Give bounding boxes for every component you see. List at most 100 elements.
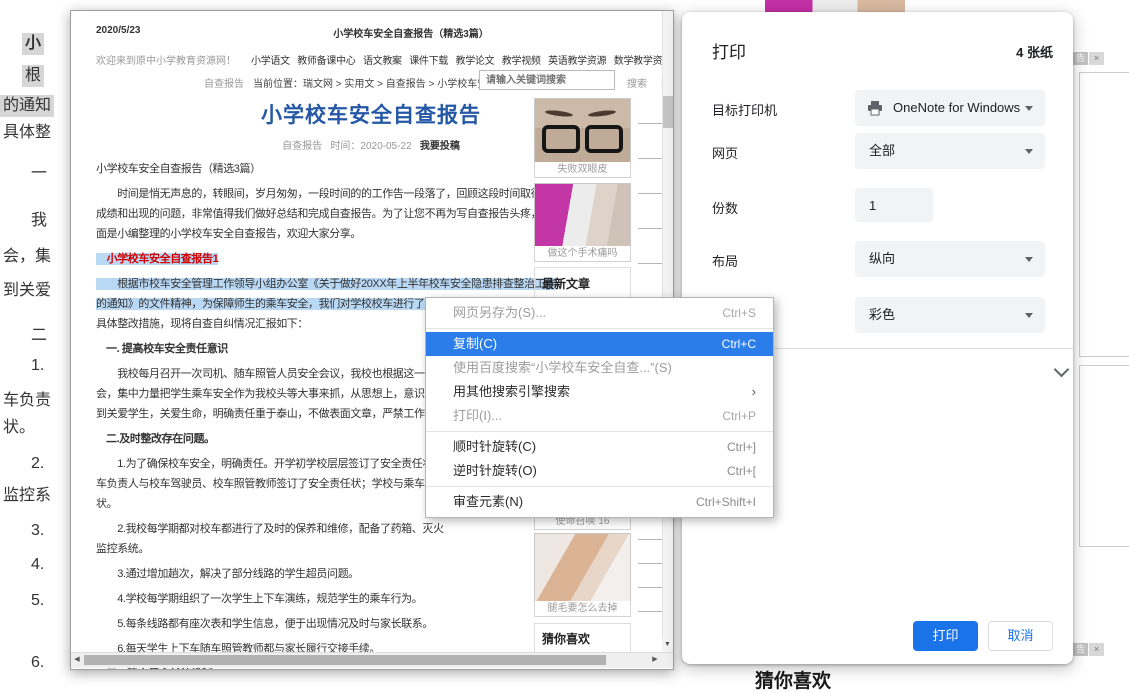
menu-separator — [426, 431, 773, 432]
background-text-fragment: 6. — [28, 652, 47, 674]
breadcrumb: 当前位置：瑞文网 > 实用文 > 自查报告 > 小学校车安全自 — [253, 75, 507, 90]
background-ad-box-2 — [1079, 365, 1129, 547]
menu-item-label: 打印(I)... — [453, 404, 502, 428]
search-button[interactable]: 搜索 — [627, 75, 647, 90]
submenu-arrow-icon: › — [752, 380, 756, 404]
article-heading-line: 根据市校车安全管理工作领导小组办公室《关于做好20XX年上半年校车安全隐患排查整… — [96, 274, 533, 294]
background-guess-you-like-heading: 猜你喜欢 — [755, 666, 831, 693]
ad-close-icon[interactable]: × — [1089, 52, 1104, 65]
background-text-fragment: 5. — [28, 590, 47, 612]
context-menu-item[interactable]: 逆时针旋转(O)Ctrl+[ — [426, 459, 773, 483]
list-separator — [638, 123, 664, 124]
menu-item-label: 用其他搜索引擎搜索 — [453, 380, 570, 404]
meta-category: 自查报告 — [282, 141, 322, 152]
article-text-line: 面是小编整理的小学校车安全自查报告，欢迎大家分享。 — [96, 224, 533, 244]
chevron-down-icon — [1025, 313, 1033, 318]
background-text-fragment: 一 — [28, 163, 50, 185]
site-category-link[interactable]: 自查报告 — [204, 75, 244, 90]
menu-item-shortcut: Ctrl+Shift+I — [696, 490, 756, 514]
pages-select[interactable]: 全部 — [855, 133, 1045, 169]
background-text-fragment: 4. — [28, 554, 47, 576]
context-menu-item[interactable]: 复制(C)Ctrl+C — [426, 332, 773, 356]
background-text-fragment: 状。 — [0, 417, 38, 439]
ad-label: 告 — [1073, 643, 1088, 656]
article-text-line: 3.通过增加趟次，解决了部分线路的学生超员问题。 — [96, 564, 533, 584]
meta-submit-link[interactable]: 我要投稿 — [420, 141, 460, 152]
context-menu-item[interactable]: 审查元素(N)Ctrl+Shift+I — [426, 490, 773, 514]
preview-print-date: 2020/5/23 — [96, 25, 141, 36]
chevron-down-icon — [1025, 149, 1033, 154]
article-text-line: 5.每条线路都有座次表和学生信息，便于出现情况及时与家长联系。 — [96, 614, 533, 634]
menu-item-shortcut: Ctrl+P — [722, 404, 756, 428]
list-separator — [638, 611, 664, 612]
background-text-fragment: 小 — [22, 33, 44, 55]
thumbnail-caption[interactable]: 做这个手术痛吗 — [534, 246, 631, 262]
thumbnail-caption[interactable]: 腿毛要怎么去掉 — [534, 601, 631, 617]
list-separator — [638, 263, 664, 264]
ad-badge-top: 告 × — [1073, 52, 1104, 65]
background-text-fragment: 会，集 — [0, 246, 54, 268]
background-text-fragment: 3. — [28, 520, 47, 542]
background-text-fragment: 的通知 — [0, 95, 54, 117]
layout-select[interactable]: 纵向 — [855, 241, 1045, 277]
article-heading-line: 小学校车安全自查报告1 — [96, 249, 533, 269]
menu-separator — [426, 328, 773, 329]
context-menu-item[interactable]: 用其他搜索引擎搜索 › — [426, 380, 773, 404]
list-separator — [638, 587, 664, 588]
list-separator — [638, 158, 664, 159]
glasses-lens-shape — [585, 125, 623, 153]
document-title: 小学校车安全自查报告 — [221, 99, 521, 129]
destination-select[interactable]: OneNote for Windows — [855, 90, 1045, 126]
layout-value: 纵向 — [869, 241, 895, 277]
ad-close-icon[interactable]: × — [1089, 643, 1104, 656]
article-text-line: 4.学校每学期组织了一次学生上下车演练，规范学生的乘车行为。 — [96, 589, 533, 609]
article-text-line: 2.我校每学期都对校车都进行了及时的保养和维修，配备了药箱、灭火 — [96, 519, 533, 539]
background-ad-image — [765, 0, 905, 12]
background-text-fragment: 二 — [28, 325, 50, 347]
menu-item-label: 网页另存为(S)... — [453, 301, 546, 325]
scroll-down-arrow-icon[interactable]: ▼ — [662, 638, 673, 652]
search-input[interactable] — [479, 70, 615, 90]
ad-label: 告 — [1073, 52, 1088, 65]
menu-item-shortcut: Ctrl+S — [722, 301, 756, 325]
horizontal-scrollbar-thumb[interactable] — [84, 655, 606, 665]
cancel-button[interactable]: 取消 — [988, 621, 1053, 651]
guess-you-like-heading: 猜你喜欢 — [542, 630, 590, 647]
article-text-line: 小学校车安全自查报告（精选3篇） — [96, 159, 533, 179]
menu-item-label: 复制(C) — [453, 332, 497, 356]
background-text-fragment: 1. — [28, 355, 47, 377]
vertical-scrollbar-thumb[interactable] — [663, 96, 673, 128]
printer-icon — [867, 100, 883, 116]
more-settings-chevron-icon[interactable] — [1054, 362, 1070, 378]
site-nav[interactable]: 小学语文 教师备课中心 语文教案 课件下载 教学论文 教学视频 英语教学资源 数… — [251, 52, 674, 67]
thumbnail-caption[interactable]: 失败双眼皮 — [534, 162, 631, 178]
background-text-fragment: 车负责 — [0, 390, 54, 412]
list-separator — [638, 563, 664, 564]
list-separator — [638, 539, 664, 540]
background-text-fragment: 2. — [28, 453, 47, 475]
context-menu-item[interactable]: 顺时针旋转(C)Ctrl+] — [426, 435, 773, 459]
background-text-fragment: 根 — [22, 65, 44, 87]
scroll-right-arrow-icon[interactable]: ▶ — [649, 652, 661, 667]
context-menu-item: 使用百度搜索“小学校车安全自查...”(S) — [426, 356, 773, 380]
destination-label: 目标打印机 — [712, 100, 777, 119]
article-text-line: 成绩和出现的问题，非常值得我们做好总结和完成自查报告。为了让您不再为写自查报告头… — [96, 204, 533, 224]
thumbnail-glasses-image[interactable] — [534, 98, 631, 164]
copies-input[interactable] — [855, 188, 933, 222]
color-select[interactable]: 彩色 — [855, 297, 1045, 333]
chevron-down-icon — [1025, 257, 1033, 262]
pages-value: 全部 — [869, 133, 895, 169]
background-ad-box — [1079, 72, 1129, 357]
background-text-fragment: 具体整 — [0, 122, 54, 144]
document-meta: 自查报告 时间：2020-05-22 我要投稿 — [191, 137, 551, 152]
menu-item-shortcut: Ctrl+] — [727, 435, 756, 459]
scroll-left-arrow-icon[interactable]: ◀ — [71, 652, 83, 667]
preview-print-title: 小学校车安全自查报告（精选3篇） — [251, 25, 571, 40]
print-dialog-title: 打印 — [712, 38, 746, 63]
list-separator — [638, 193, 664, 194]
print-button[interactable]: 打印 — [913, 621, 978, 651]
sheet-count: 4 张纸 — [1016, 42, 1053, 61]
thumbnail-surgery-image[interactable] — [534, 183, 631, 248]
context-menu-item: 网页另存为(S)... Ctrl+S — [426, 301, 773, 325]
thumbnail-leg-image[interactable] — [534, 533, 631, 603]
